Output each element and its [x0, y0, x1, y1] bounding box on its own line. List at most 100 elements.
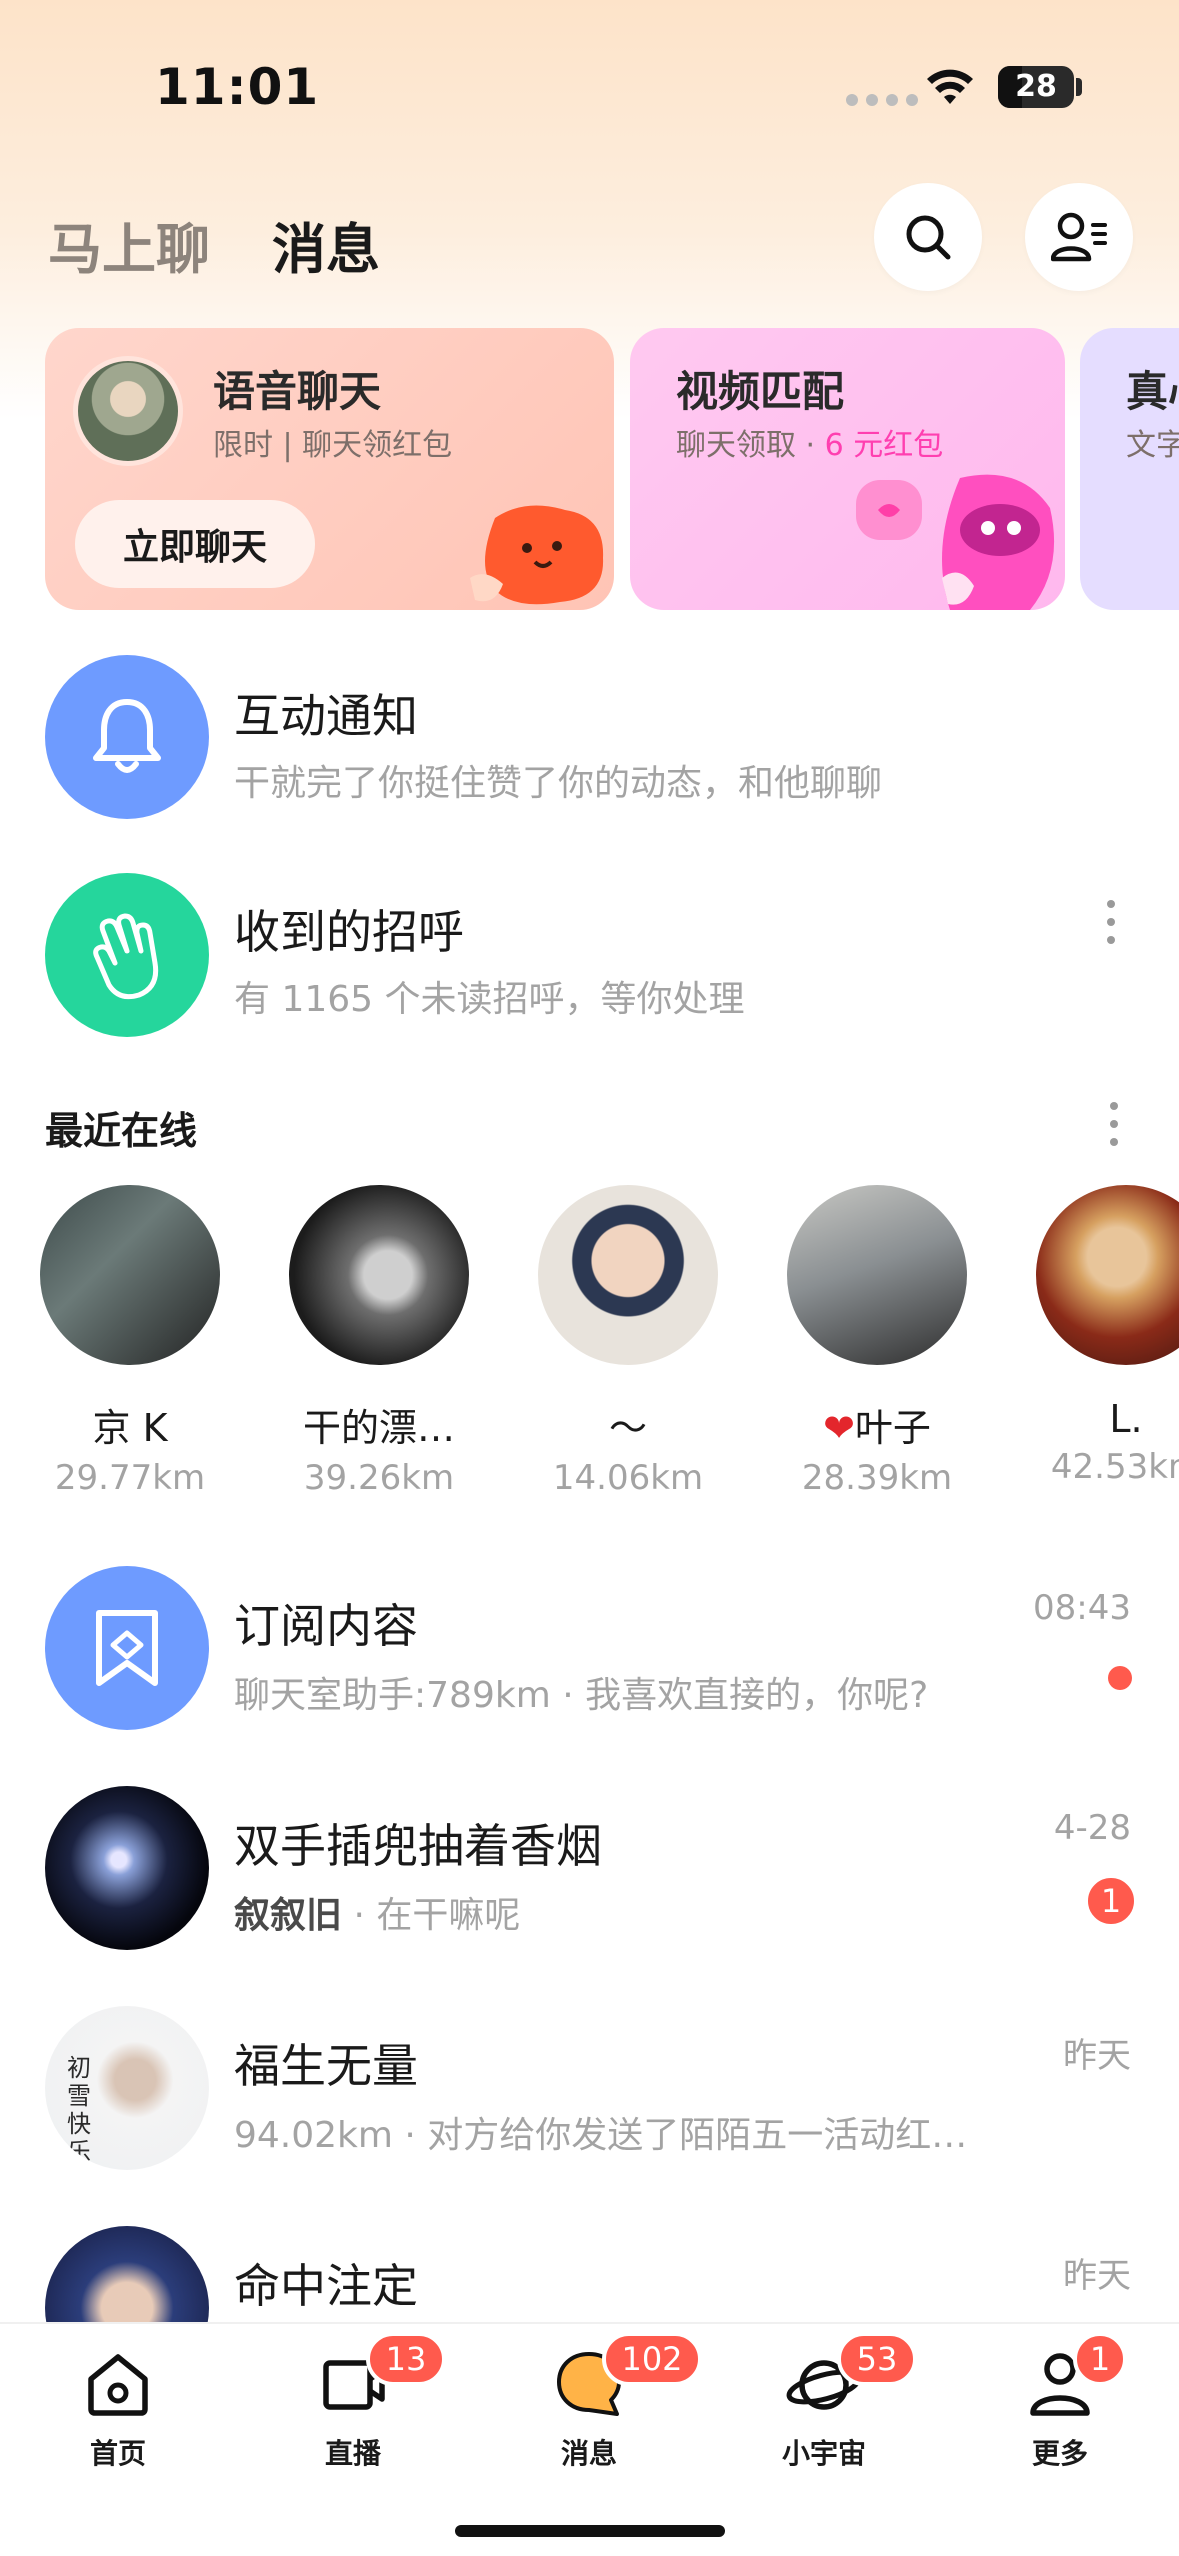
status-time: 11:01	[155, 58, 320, 116]
home-indicator	[455, 2525, 725, 2537]
avatar	[73, 356, 183, 466]
online-user[interactable]: ❤叶子 28.39km	[782, 1185, 972, 1498]
online-user-distance: 14.06km	[552, 1458, 704, 1498]
red-packet-highlight: 6 元红包	[824, 428, 944, 463]
contacts-button[interactable]	[1025, 183, 1133, 291]
online-user[interactable]: 京 K 29.77km	[35, 1185, 225, 1498]
row-title: 双手插兜抽着香烟	[234, 1819, 602, 1873]
avatar	[40, 1185, 220, 1365]
battery-tip	[1076, 78, 1082, 96]
online-user-name: L.	[1109, 1397, 1143, 1441]
nav-badge: 102	[602, 2332, 702, 2386]
list-item-chat[interactable]: 双手插兜抽着香烟 叙叙旧 · 在干嘛呢 4-28 1	[0, 1782, 1179, 1962]
online-user[interactable]: ～ 14.06km	[533, 1185, 723, 1498]
search-icon	[906, 215, 951, 260]
online-user-distance: 29.77km	[54, 1458, 206, 1498]
online-user-name: 京 K	[92, 1406, 168, 1450]
row-subtitle: 叙叙旧 · 在干嘛呢	[234, 1886, 520, 1938]
card-title: 语音聊天	[213, 367, 382, 416]
row-subtitle: 有 1165 个未读招呼，等你处理	[234, 979, 745, 1020]
wave-hand-icon	[93, 913, 159, 1000]
avatar	[45, 1786, 209, 1950]
card-subtitle-text: 聊天领取 ·	[676, 428, 825, 463]
nav-label: 小宇宙	[781, 2437, 866, 2470]
message-preview: · 在干嘛呢	[342, 1895, 521, 1936]
unread-badge: 1	[1084, 1874, 1138, 1928]
section-title-online: 最近在线	[45, 1109, 198, 1153]
voice-chat-card[interactable]: 语音聊天 限时 | 聊天领红包 立即聊天	[45, 328, 614, 610]
more-options-icon[interactable]	[1103, 1102, 1125, 1146]
wifi-icon	[927, 69, 973, 104]
avatar	[45, 1566, 209, 1730]
bell-icon	[93, 699, 161, 773]
nav-messages[interactable]: 消息 102	[514, 2332, 702, 2472]
avatar	[289, 1185, 469, 1365]
row-title: 互动通知	[234, 689, 418, 743]
search-button[interactable]	[874, 183, 982, 291]
card-subtitle: 文字	[1126, 428, 1179, 463]
nav-badge: 13	[366, 2332, 446, 2386]
row-title: 收到的招呼	[234, 905, 464, 959]
online-user-distance: 28.39km	[801, 1458, 953, 1498]
more-options-icon[interactable]	[1100, 900, 1122, 944]
nav-more[interactable]: 更多 1	[985, 2332, 1135, 2472]
nav-universe[interactable]: 小宇宙 53	[749, 2332, 917, 2472]
video-match-card[interactable]: 视频匹配 聊天领取 · 6 元红包	[630, 328, 1065, 610]
avatar	[1036, 1185, 1179, 1365]
sincere-chat-card[interactable]: 真心 文字	[1080, 328, 1179, 610]
mascot-icon	[856, 474, 1055, 610]
row-title: 订阅内容	[234, 1599, 418, 1653]
row-title: 命中注定	[234, 2259, 418, 2313]
home-icon	[88, 2354, 148, 2416]
status-bar: 11:01 28	[0, 0, 1179, 170]
online-user[interactable]: 干的漂… 39.26km	[284, 1185, 474, 1498]
row-time: 昨天	[1063, 2036, 1131, 2076]
nav-badge: 53	[837, 2332, 917, 2386]
row-time: 4-28	[1053, 1808, 1131, 1848]
chat-now-button[interactable]: 立即聊天	[75, 500, 315, 588]
bookmark-icon	[96, 1610, 158, 1686]
nav-label: 直播	[324, 2437, 381, 2470]
nav-label: 更多	[1031, 2437, 1088, 2470]
nav-home[interactable]: 首页	[43, 2344, 193, 2472]
battery-icon: 28	[998, 66, 1074, 108]
list-item-interaction[interactable]: 互动通知 干就完了你挺住赞了你的动态，和他聊聊	[0, 652, 1179, 822]
sender-name: 叙叙旧	[234, 1895, 343, 1936]
avatar	[45, 873, 209, 1037]
avatar: 初雪快乐	[45, 2006, 209, 2170]
tab-messages[interactable]: 消息	[272, 205, 380, 284]
online-user-name: ❤叶子	[782, 1397, 972, 1452]
online-user-distance: 39.26km	[303, 1458, 455, 1498]
avatar	[45, 655, 209, 819]
card-title: 视频匹配	[676, 367, 845, 416]
row-time: 昨天	[1063, 2256, 1131, 2296]
avatar-text: 初雪快乐	[67, 2054, 91, 2166]
avatar	[538, 1185, 718, 1365]
unread-dot	[1108, 1666, 1132, 1690]
list-item-chat[interactable]: 初雪快乐 福生无量 94.02km · 对方给你发送了陌陌五一活动红… 昨天	[0, 2002, 1179, 2182]
list-item-subscription[interactable]: 订阅内容 聊天室助手:789km · 我喜欢直接的，你呢? 08:43	[0, 1562, 1179, 1742]
nav-badge: 1	[1073, 2332, 1127, 2386]
tab-quick-chat[interactable]: 马上聊	[48, 205, 210, 284]
bottom-nav: 首页 直播 13 消息 102 小宇宙 53 更多 1	[0, 2322, 1179, 2556]
row-title: 福生无量	[234, 2039, 418, 2093]
nav-live[interactable]: 直播 13	[278, 2332, 446, 2472]
list-item-greetings[interactable]: 收到的招呼 有 1165 个未读招呼，等你处理	[0, 870, 1179, 1040]
row-time: 08:43	[1033, 1588, 1131, 1628]
row-subtitle: 聊天室助手:789km · 我喜欢直接的，你呢?	[234, 1675, 929, 1716]
card-title: 真心	[1126, 367, 1179, 416]
contacts-icon	[1051, 212, 1107, 262]
row-subtitle: 干就完了你挺住赞了你的动态，和他聊聊	[234, 763, 883, 804]
card-subtitle: 限时 | 聊天领红包	[213, 428, 453, 463]
nav-label: 消息	[560, 2437, 617, 2470]
row-subtitle: 94.02km · 对方给你发送了陌陌五一活动红…	[234, 2115, 968, 2156]
avatar	[787, 1185, 967, 1365]
online-user-name: ～	[608, 1406, 647, 1450]
nav-label: 首页	[89, 2437, 146, 2470]
online-user[interactable]: L. 42.53km	[1031, 1185, 1179, 1487]
battery-level: 28	[1015, 69, 1057, 104]
online-user-distance: 42.53km	[1050, 1447, 1179, 1487]
mascot-icon	[470, 505, 604, 605]
heart-icon: ❤	[823, 1406, 855, 1450]
signal-icon	[846, 94, 918, 106]
